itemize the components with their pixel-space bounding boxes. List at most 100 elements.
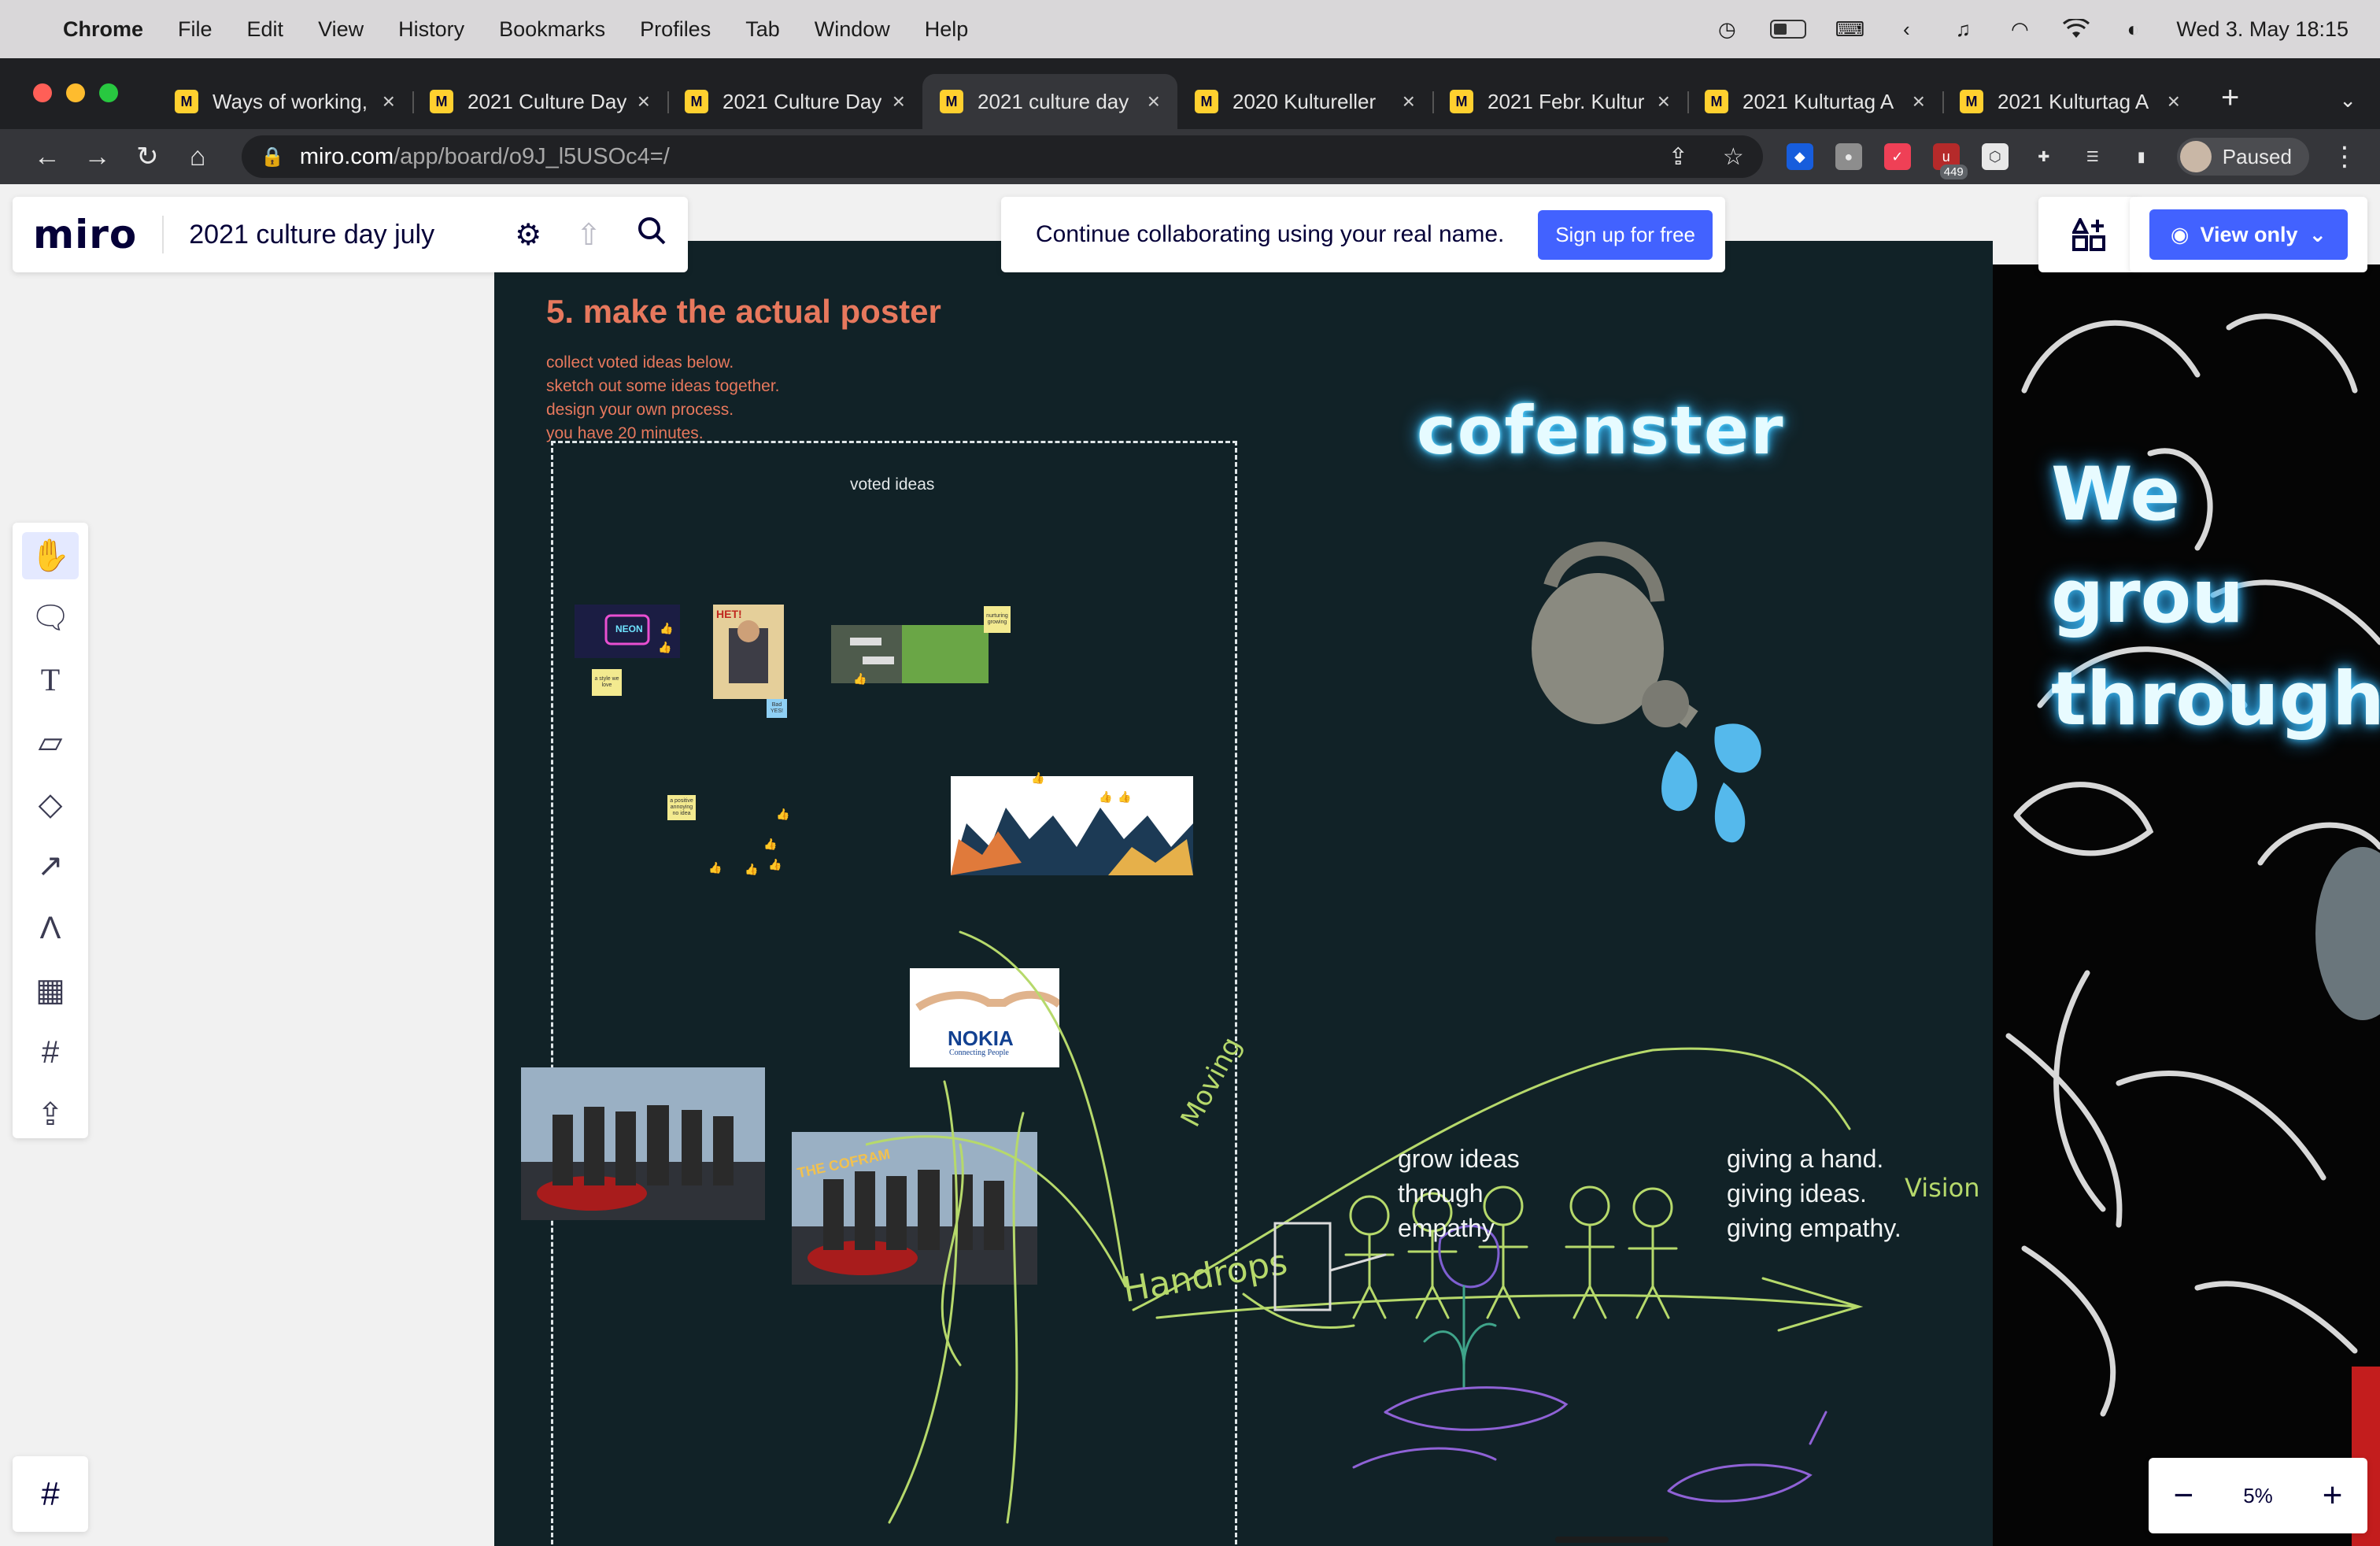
close-icon[interactable]: × [382,89,395,114]
tab-7[interactable]: M 2021 Kulturtag A × [1942,74,2197,129]
connection-line-icon[interactable]: ↗ [22,843,79,890]
media-controls-icon[interactable]: ☰ [2079,143,2106,170]
eye-icon: ◉ [2170,222,2190,246]
bitwarden-extension-icon[interactable]: ◆ [1786,143,1813,170]
back-arrow-icon[interactable]: ← [22,142,72,172]
pen-icon[interactable]: Λ [22,904,79,952]
caption-giving-hand[interactable]: giving a hand. giving ideas. giving empa… [1727,1141,1901,1245]
tab-2[interactable]: M 2021 Culture Day × [667,74,922,129]
menu-profiles[interactable]: Profiles [640,17,711,42]
search-icon[interactable] [636,215,667,254]
sign-up-button[interactable]: Sign up for free [1538,209,1713,260]
close-icon[interactable]: × [2168,89,2180,114]
plant-hand-sketch [1273,1222,1828,1503]
tab-1[interactable]: M 2021 Culture Day × [412,74,667,129]
extensions-puzzle-icon[interactable]: ✚ [2031,143,2057,170]
sticky-note-icon[interactable]: ▱ [22,719,79,766]
movie-poster-image[interactable] [521,1067,765,1220]
zoom-out-button[interactable]: − [2174,1476,2194,1515]
keyboard-icon[interactable]: ⌨ [1835,17,1865,41]
close-icon[interactable]: × [1402,89,1415,114]
miro-canvas[interactable]: We grou through 5. make the actual poste… [0,184,2380,1546]
close-icon[interactable]: × [1148,89,1160,114]
sticky-note[interactable]: a positive annoying no idea [667,795,696,820]
pocket-extension-icon[interactable]: ✓ [1883,143,1911,170]
cofenster-neon-logo[interactable]: cofenster [1417,392,1784,469]
side-panel-icon[interactable]: ▮ [2128,143,2155,170]
battery-icon[interactable] [1770,20,1807,39]
menu-tab[interactable]: Tab [745,17,780,42]
tab-6[interactable]: M 2021 Kulturtag A × [1687,74,1942,129]
menu-file[interactable]: File [178,17,213,42]
comment-icon[interactable]: 🗨 [22,594,79,642]
bookmark-star-icon[interactable]: ☆ [1723,143,1744,171]
menu-edit[interactable]: Edit [247,17,284,42]
more-menu-icon[interactable]: ⋮ [2331,141,2358,172]
chevron-left-icon[interactable]: ‹ [1893,17,1920,41]
export-upload-icon[interactable]: ⇧ [576,217,601,253]
close-icon[interactable]: × [638,89,650,114]
sticky-note[interactable]: Bad YES! [767,699,787,718]
lock-icon[interactable]: 🔒 [261,146,284,168]
hand-tool-icon[interactable]: ✋ [22,532,79,579]
shapes-icon[interactable]: ◇ [22,781,79,828]
menu-help[interactable]: Help [925,17,969,42]
caption-grow-ideas[interactable]: grow ideas through empathy [1398,1141,1520,1245]
tab-search-chevron-icon[interactable]: ⌄ [2339,88,2356,113]
reload-icon[interactable]: ↻ [123,141,173,172]
minimize-window-button[interactable] [66,83,85,102]
new-tab-button[interactable]: + [2221,80,2239,116]
share-icon[interactable]: ⇪ [1669,143,1688,171]
extension-icon-2[interactable]: ⬡ [1981,143,2009,170]
voted-ideas-label[interactable]: voted ideas [850,475,934,494]
tab-4[interactable]: M 2020 Kultureller × [1177,74,1432,129]
close-window-button[interactable] [33,83,52,102]
view-only-button[interactable]: ◉ View only ⌄ [2149,209,2348,260]
home-icon[interactable]: ⌂ [172,142,223,172]
tab-0[interactable]: M Ways of working, × [157,74,412,129]
miro-logo[interactable]: miro [33,212,137,257]
menu-bookmarks[interactable]: Bookmarks [499,17,605,42]
close-icon[interactable]: × [1658,89,1670,114]
zoom-window-button[interactable] [99,83,118,102]
zoom-in-button[interactable]: + [2323,1476,2343,1515]
propaganda-poster-image[interactable]: НЕТ! [713,605,784,699]
thumbs-up-icon: 👍 [708,861,722,874]
text-tool-icon[interactable]: T [22,656,79,704]
tab-3-active[interactable]: M 2021 culture day × [922,74,1177,129]
tab-5[interactable]: M 2021 Febr. Kultur × [1432,74,1687,129]
airpods-icon[interactable]: ♫ [1949,17,1976,41]
instructions-text[interactable]: collect voted ideas below. sketch out so… [546,351,780,446]
board-name[interactable]: 2021 culture day july [189,220,434,250]
profile-button[interactable]: Paused [2176,138,2309,176]
settings-gear-icon[interactable]: ⚙ [515,217,541,253]
control-center-icon[interactable]: ◐ [2119,17,2146,41]
frame-icon[interactable]: # [22,1029,79,1076]
app-menu-chrome[interactable]: Chrome [63,17,143,42]
sticky-note[interactable]: nurturing growing [984,606,1011,633]
menu-window[interactable]: Window [815,17,890,42]
wifi-icon[interactable] [2063,18,2090,40]
frames-panel-icon[interactable]: # [13,1456,88,1532]
ublock-extension-icon[interactable]: u 449 [1932,143,1968,179]
apps-grid-icon[interactable] [2038,197,2139,272]
address-bar[interactable]: 🔒 miro.com/app/board/o9J_l5USOc4=/ ⇪ ☆ [242,135,1763,178]
menu-view[interactable]: View [318,17,364,42]
templates-icon[interactable]: ▦ [22,967,79,1014]
sticky-note[interactable]: a style we love [592,669,622,696]
canvas-scroll-handle[interactable] [1555,1537,1669,1543]
propaganda-poster-image-text: НЕТ! [716,608,742,620]
upload-icon[interactable]: ⇪ [22,1091,79,1138]
zoom-level[interactable]: 5% [2243,1484,2273,1508]
menubar-clock[interactable]: Wed 3. May 18:15 [2176,17,2349,42]
close-icon[interactable]: × [1913,89,1925,114]
close-icon[interactable]: × [893,89,905,114]
time-machine-icon[interactable]: ◷ [1713,17,1740,41]
tools-panel: ✋ 🗨 T ▱ ◇ ↗ Λ ▦ # ⇪ [13,523,88,1138]
forward-arrow-icon[interactable]: → [72,142,123,172]
extension-icon[interactable]: ● [1835,143,1862,170]
menu-history[interactable]: History [398,17,464,42]
section-title[interactable]: 5. make the actual poster [546,293,941,331]
vpn-icon[interactable]: ◠ [2006,17,2033,41]
thumbs-up-icon: 👍 [768,858,782,871]
